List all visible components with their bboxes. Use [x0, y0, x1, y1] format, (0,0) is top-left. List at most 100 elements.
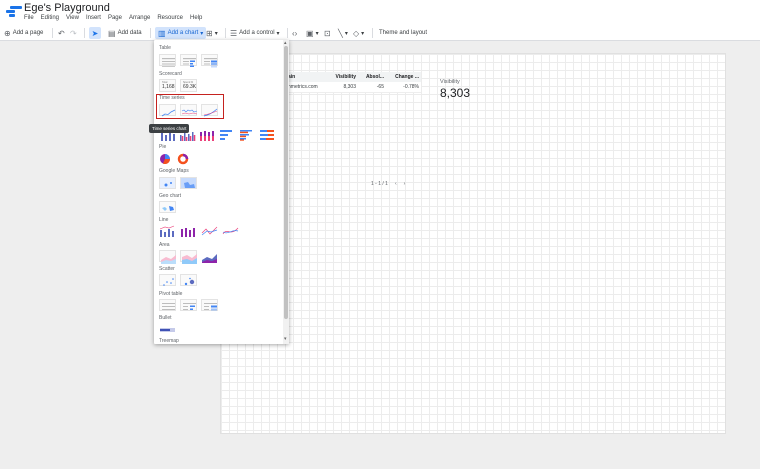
shape-button[interactable]: ◇ ▾: [353, 27, 364, 39]
table-widget[interactable]: ain Visibility Absol... Change ... hmetr…: [284, 72, 421, 93]
add-data-label: Add data: [117, 30, 142, 36]
table-header-row: ain Visibility Absol... Change ...: [284, 72, 421, 82]
line-chart-option[interactable]: [201, 224, 218, 236]
section-pie-label: Pie: [159, 144, 167, 150]
menu-page[interactable]: Page: [108, 15, 122, 21]
chart-option-tooltip: Time series chart: [149, 124, 190, 133]
pager-text: 1 - 1 / 1: [371, 181, 388, 187]
pivot-table-bars-option[interactable]: [180, 299, 197, 311]
add-chart-label: Add a chart: [167, 30, 199, 36]
scorecard-widget[interactable]: Visibility 8,303: [440, 79, 470, 100]
table-pager: 1 - 1 / 1 ‹ ›: [371, 181, 405, 187]
add-page-button[interactable]: ⊕ Add a page: [4, 27, 43, 39]
bubble-chart-option[interactable]: [180, 274, 197, 286]
scatter-chart-option[interactable]: [159, 274, 176, 286]
image-button[interactable]: ▣ ▾: [306, 27, 319, 39]
scroll-up-icon[interactable]: ▴: [284, 40, 287, 46]
smoothed-line-chart-option[interactable]: [222, 224, 239, 236]
chevron-down-icon: ▾: [344, 30, 348, 37]
menu-help[interactable]: Help: [190, 15, 202, 21]
table-cell: hmetrics.com: [288, 84, 318, 90]
menu-file[interactable]: File: [24, 15, 34, 21]
bar-chart-option[interactable]: [219, 128, 236, 140]
section-line-label: Line: [159, 217, 169, 223]
chevron-down-icon: ▾: [214, 30, 218, 37]
menu-editing[interactable]: Editing: [41, 15, 59, 21]
scroll-down-icon[interactable]: ▾: [284, 336, 287, 342]
cursor-icon: ➤: [91, 28, 99, 38]
undo-button[interactable]: ↶: [58, 27, 65, 39]
scorecard-compact-option[interactable]: Spend % 69.3K: [180, 79, 197, 92]
text-box-icon: ⊡: [324, 28, 331, 38]
chevron-down-icon: ▾: [200, 30, 204, 37]
section-treemap-label: Treemap: [159, 338, 179, 344]
add-page-label: Add a page: [12, 30, 44, 36]
menu-insert[interactable]: Insert: [86, 15, 101, 21]
add-data-button[interactable]: ▤ Add data: [108, 27, 142, 39]
select-button[interactable]: ➤: [89, 27, 101, 39]
line-button[interactable]: ╲ ▾: [338, 27, 348, 39]
theme-layout-button[interactable]: Theme and layout: [379, 27, 427, 39]
chevron-down-icon: ▾: [276, 30, 280, 37]
redo-icon: ↷: [70, 28, 77, 38]
redo-button[interactable]: ↷: [70, 27, 77, 39]
section-table-label: Table: [159, 45, 171, 51]
looker-studio-logo-icon[interactable]: [6, 6, 22, 18]
bullet-chart-option[interactable]: [159, 323, 176, 335]
add-chart-button[interactable]: ▥ Add a chart ▾: [155, 27, 207, 39]
line-icon: ╲: [338, 28, 343, 38]
column-header-change[interactable]: Change ...: [386, 74, 421, 80]
percent-area-chart-option[interactable]: [201, 250, 218, 263]
text-button[interactable]: ⊡: [324, 27, 331, 39]
chart-type-menu: Table Scorecard Total 1,168 Spend % 69.3…: [154, 40, 289, 344]
chevron-down-icon: ▾: [315, 30, 319, 37]
chart-icon: ▥: [158, 28, 166, 38]
column-header-absolute[interactable]: Absol...: [358, 74, 386, 80]
grouped-bar-chart-option[interactable]: [239, 128, 256, 141]
menu-scrollbar-thumb[interactable]: [284, 46, 288, 319]
geo-chart-option[interactable]: [159, 201, 176, 213]
column-header-visibility[interactable]: Visibility: [334, 74, 358, 80]
stacked-area-chart-option[interactable]: [180, 250, 197, 264]
chevron-down-icon: ▾: [361, 30, 365, 37]
pivot-table-heatmap-option[interactable]: [201, 299, 218, 311]
report-canvas[interactable]: [220, 53, 726, 434]
table-chart-option[interactable]: [159, 54, 176, 67]
combo-chart-option[interactable]: [159, 224, 176, 237]
section-geo-chart-label: Geo chart: [159, 193, 181, 199]
section-area-label: Area: [159, 242, 170, 248]
grid-plus-icon: ⊞: [206, 28, 213, 38]
add-control-label: Add a control: [239, 30, 275, 36]
pie-chart-option[interactable]: [159, 152, 171, 165]
column-header-domain[interactable]: ain: [284, 74, 334, 80]
table-heatmap-chart-option[interactable]: [201, 54, 218, 68]
stacked-bar-chart-option[interactable]: [259, 128, 276, 140]
table-bars-chart-option[interactable]: [180, 54, 197, 67]
chevron-left-icon[interactable]: ‹: [395, 181, 397, 187]
scorecard-option[interactable]: Total 1,168: [159, 79, 176, 92]
undo-icon: ↶: [58, 28, 65, 38]
donut-chart-option[interactable]: [177, 152, 189, 165]
section-scatter-label: Scatter: [159, 266, 175, 272]
filled-map-option[interactable]: [180, 177, 197, 189]
menu-arrange[interactable]: Arrange: [129, 15, 150, 21]
app-header: Ege's Playground File Editing View Inser…: [0, 0, 760, 25]
stacked-combo-chart-option[interactable]: [180, 224, 197, 237]
add-control-button[interactable]: ☰ Add a control ▾: [230, 27, 280, 39]
toolbar: ⊕ Add a page ↶ ↷ ➤ ▤ Add data ▥ Add a ch…: [0, 25, 760, 41]
community-viz-button[interactable]: ⊞ ▾: [206, 27, 218, 39]
bubble-map-option[interactable]: [159, 177, 176, 189]
menu-bar: File Editing View Insert Page Arrange Re…: [24, 15, 202, 21]
stacked-column-chart-option[interactable]: [199, 128, 216, 141]
table-cell: -0.78%: [403, 84, 419, 90]
section-pivot-table-label: Pivot table: [159, 291, 183, 297]
report-title[interactable]: Ege's Playground: [24, 2, 110, 14]
theme-layout-label: Theme and layout: [379, 30, 428, 36]
embed-url-button[interactable]: ‹›: [292, 27, 297, 39]
area-chart-option[interactable]: [159, 250, 176, 264]
menu-resource[interactable]: Resource: [157, 15, 183, 21]
pivot-table-option[interactable]: [159, 299, 176, 311]
chevron-right-icon[interactable]: ›: [404, 181, 406, 187]
section-bullet-label: Bullet: [159, 315, 172, 321]
menu-view[interactable]: View: [66, 15, 79, 21]
